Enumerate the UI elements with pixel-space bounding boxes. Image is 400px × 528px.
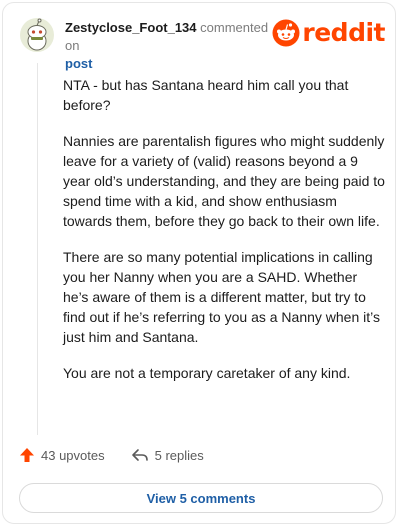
reddit-wordmark: reddit [302, 18, 385, 47]
comment-actions: 43 upvotes 5 replies [19, 447, 230, 463]
comment-paragraph: Nannies are parentalish figures who migh… [63, 133, 385, 229]
username-link[interactable]: Zestyclose_Foot_134 [65, 20, 197, 35]
view-comments-button[interactable]: View 5 comments [19, 483, 383, 513]
reddit-logo[interactable]: reddit [272, 19, 385, 47]
thread-line[interactable] [37, 63, 38, 435]
reply-count: 5 replies [154, 447, 204, 463]
reply-button[interactable]: 5 replies [131, 447, 204, 463]
comment-paragraph: You are not a temporary caretaker of any… [63, 365, 351, 381]
upvote-arrow-icon [20, 448, 34, 462]
comment-paragraph: There are so many potential implications… [63, 249, 380, 345]
upvote-button[interactable]: 43 upvotes [19, 447, 105, 463]
reply-arrow-icon [131, 449, 148, 461]
reddit-snoo-icon [272, 19, 300, 47]
comment-card: Zestyclose_Foot_134 commented on post re… [2, 2, 396, 524]
avatar[interactable] [19, 17, 55, 53]
comment-paragraph: NTA - but has Santana heard him call you… [63, 77, 349, 113]
comment-body: NTA - but has Santana heard him call you… [63, 75, 385, 399]
comment-header: Zestyclose_Foot_134 commented on post [65, 19, 285, 73]
post-link[interactable]: post [65, 55, 285, 73]
upvote-count: 43 upvotes [41, 447, 105, 463]
